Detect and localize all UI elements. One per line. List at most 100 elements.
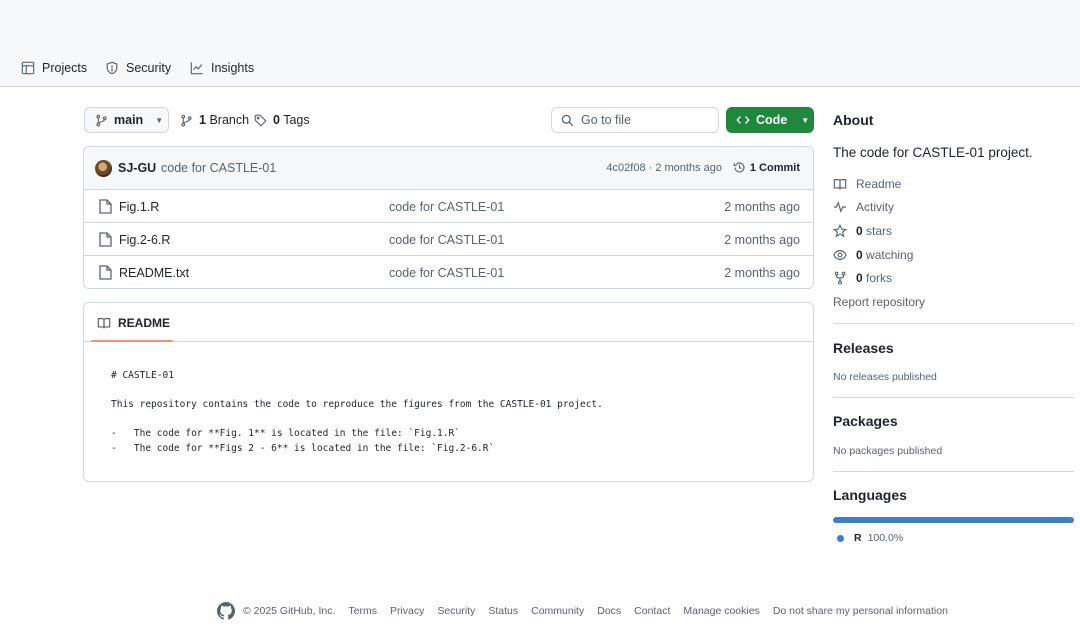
search-icon bbox=[561, 114, 574, 126]
nav-tab-label: Insights bbox=[211, 61, 255, 75]
book-icon bbox=[833, 179, 847, 190]
stars-link[interactable]: 0 stars bbox=[833, 224, 892, 238]
github-logo-icon[interactable] bbox=[217, 602, 235, 620]
readme-tab[interactable]: README bbox=[97, 316, 170, 330]
commit-count-label: 1 Commit bbox=[749, 161, 800, 174]
file-name[interactable]: Fig.2-6.R bbox=[119, 233, 170, 247]
readme-link[interactable]: Readme bbox=[833, 177, 901, 191]
watchers-link[interactable]: 0 watching bbox=[833, 248, 913, 262]
nav-tab-insights[interactable]: Insights bbox=[190, 60, 254, 76]
file-row[interactable]: Fig.1.R code for CASTLE-01 2 months ago bbox=[84, 190, 813, 223]
footer-link-community[interactable]: Community bbox=[531, 605, 584, 617]
fork-icon bbox=[834, 271, 846, 285]
shield-icon bbox=[106, 61, 118, 75]
branch-selector[interactable]: main ▼ bbox=[84, 107, 169, 133]
footer-link-privacy[interactable]: Privacy bbox=[390, 605, 424, 617]
language-item[interactable]: R 100.0% bbox=[837, 532, 903, 544]
branches-link[interactable]: 1 Branch bbox=[180, 113, 249, 127]
footer-link-do-not-share[interactable]: Do not share my personal information bbox=[773, 605, 948, 617]
forks-link[interactable]: 0 forks bbox=[833, 271, 892, 285]
branch-count: 1 bbox=[199, 113, 206, 127]
report-link-label: Report repository bbox=[833, 295, 926, 309]
stars-count: 0 bbox=[856, 224, 863, 238]
repo-description: The code for CASTLE-01 project. bbox=[833, 145, 1033, 160]
avatar[interactable] bbox=[95, 160, 112, 177]
file-date: 2 months ago bbox=[724, 266, 800, 280]
code-button[interactable]: Code ▼ bbox=[726, 107, 814, 133]
nav-tab-security[interactable]: Security bbox=[105, 60, 171, 76]
footer-link-status[interactable]: Status bbox=[488, 605, 518, 617]
branch-label: Branch bbox=[209, 113, 250, 127]
readme-header: README bbox=[84, 303, 813, 342]
file-commit-message[interactable]: code for CASTLE-01 bbox=[389, 200, 504, 214]
divider bbox=[833, 397, 1074, 398]
nav-tab-label: Projects bbox=[42, 61, 88, 75]
footer-link-terms[interactable]: Terms bbox=[348, 605, 377, 617]
packages-heading[interactable]: Packages bbox=[833, 413, 898, 429]
divider bbox=[833, 471, 1074, 472]
branch-name: main bbox=[114, 113, 144, 127]
file-date: 2 months ago bbox=[724, 200, 800, 214]
repo-nav-bar: Projects Security Insights bbox=[0, 0, 1080, 87]
git-branch-icon bbox=[181, 114, 192, 126]
tag-count: 0 bbox=[273, 113, 280, 127]
footer-link-docs[interactable]: Docs bbox=[597, 605, 621, 617]
file-date: 2 months ago bbox=[724, 233, 800, 247]
file-icon bbox=[99, 199, 112, 214]
caret-down-icon: ▼ bbox=[801, 115, 810, 125]
go-to-file-search[interactable] bbox=[551, 107, 719, 133]
tag-icon bbox=[254, 114, 267, 127]
language-percent: 100.0% bbox=[867, 532, 904, 544]
language-bar bbox=[833, 517, 1074, 523]
star-icon bbox=[833, 224, 847, 238]
stars-label: stars bbox=[866, 224, 893, 238]
eye-icon bbox=[833, 250, 847, 260]
commit-message[interactable]: code for CASTLE-01 bbox=[161, 161, 276, 175]
footer-copyright: © 2025 GitHub, Inc. bbox=[243, 605, 336, 617]
code-icon bbox=[736, 116, 750, 124]
releases-heading[interactable]: Releases bbox=[833, 340, 894, 356]
commit-hash-time[interactable]: 4c02f08 · 2 months ago bbox=[606, 162, 722, 174]
go-to-file-input[interactable] bbox=[581, 113, 701, 127]
readme-panel: README # CASTLE-01 This repository conta… bbox=[83, 302, 814, 482]
commit-author[interactable]: SJ-GU bbox=[118, 161, 156, 175]
git-branch-icon bbox=[96, 114, 107, 126]
code-button-label: Code bbox=[756, 113, 788, 127]
footer-link-manage-cookies[interactable]: Manage cookies bbox=[683, 605, 759, 617]
activity-link[interactable]: Activity bbox=[833, 200, 894, 214]
footer-link-contact[interactable]: Contact bbox=[634, 605, 670, 617]
languages-heading: Languages bbox=[833, 487, 907, 503]
divider bbox=[833, 323, 1074, 324]
file-name[interactable]: README.txt bbox=[119, 266, 189, 280]
tag-label: Tags bbox=[283, 113, 310, 127]
pulse-icon bbox=[833, 200, 847, 214]
readme-tab-label: README bbox=[118, 316, 171, 330]
about-heading: About bbox=[833, 112, 874, 128]
footer-link-security[interactable]: Security bbox=[437, 605, 475, 617]
language-name: R bbox=[854, 532, 862, 544]
file-row[interactable]: Fig.2-6.R code for CASTLE-01 2 months ag… bbox=[84, 223, 813, 256]
watching-count: 0 bbox=[856, 248, 863, 262]
tags-link[interactable]: 0 Tags bbox=[254, 113, 310, 127]
file-commit-message[interactable]: code for CASTLE-01 bbox=[389, 233, 504, 247]
file-name[interactable]: Fig.1.R bbox=[119, 200, 159, 214]
active-tab-underline bbox=[91, 340, 173, 342]
file-icon bbox=[99, 265, 112, 280]
file-icon bbox=[99, 232, 112, 247]
file-row[interactable]: README.txt code for CASTLE-01 2 months a… bbox=[84, 256, 813, 288]
nav-tab-projects[interactable]: Projects bbox=[21, 60, 87, 76]
language-color-dot bbox=[837, 534, 844, 542]
history-icon bbox=[733, 162, 745, 173]
report-repository-link[interactable]: Report repository bbox=[833, 295, 925, 309]
file-browser: SJ-GU code for CASTLE-01 4c02f08 · 2 mon… bbox=[83, 146, 814, 289]
book-icon bbox=[97, 318, 111, 329]
forks-count: 0 bbox=[856, 271, 863, 285]
releases-empty: No releases published bbox=[833, 371, 937, 383]
graph-icon bbox=[190, 62, 203, 75]
packages-empty: No packages published bbox=[833, 445, 943, 457]
page-footer: © 2025 GitHub, Inc. Terms Privacy Securi… bbox=[217, 602, 961, 620]
file-commit-message[interactable]: code for CASTLE-01 bbox=[389, 266, 504, 280]
activity-link-label: Activity bbox=[856, 200, 895, 214]
table-icon bbox=[21, 61, 35, 75]
commits-link[interactable]: 1 Commit bbox=[733, 161, 800, 174]
